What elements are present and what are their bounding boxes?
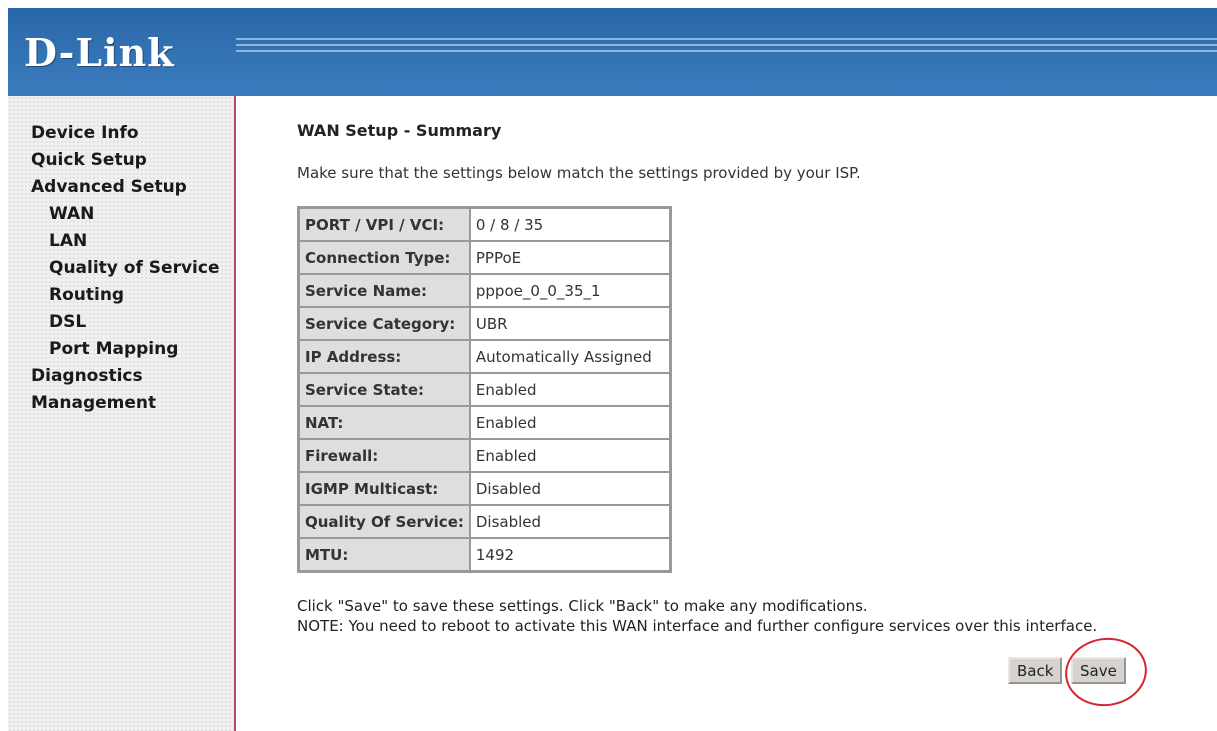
sidebar-nav: Device Info Quick Setup Advanced Setup W… — [31, 120, 219, 417]
page-title: WAN Setup - Summary — [297, 121, 502, 140]
sidebar-item-quick-setup[interactable]: Quick Setup — [31, 147, 219, 174]
dlink-logo: D-Link — [24, 30, 175, 75]
row-key: IGMP Multicast: — [299, 472, 470, 505]
row-key: IP Address: — [299, 340, 470, 373]
table-row: IP Address: Automatically Assigned — [299, 340, 670, 373]
sidebar-item-port-mapping[interactable]: Port Mapping — [31, 336, 219, 363]
sidebar-item-routing[interactable]: Routing — [31, 282, 219, 309]
row-value: Enabled — [469, 439, 670, 472]
table-row: Service Name: pppoe_0_0_35_1 — [299, 274, 670, 307]
row-value: Enabled — [469, 406, 670, 439]
row-key: Firewall: — [299, 439, 470, 472]
row-value: UBR — [469, 307, 670, 340]
row-key: NAT: — [299, 406, 470, 439]
row-value: 0 / 8 / 35 — [469, 208, 670, 241]
table-row: Firewall: Enabled — [299, 439, 670, 472]
row-key: MTU: — [299, 538, 470, 571]
sidebar: Device Info Quick Setup Advanced Setup W… — [8, 96, 236, 731]
row-value: Automatically Assigned — [469, 340, 670, 373]
table-row: Service State: Enabled — [299, 373, 670, 406]
header-stripe — [236, 50, 1217, 52]
row-key: PORT / VPI / VCI: — [299, 208, 470, 241]
sidebar-item-diagnostics[interactable]: Diagnostics — [31, 363, 219, 390]
table-row: MTU: 1492 — [299, 538, 670, 571]
footer-note: Click "Save" to save these settings. Cli… — [297, 596, 1097, 636]
table-row: Quality Of Service: Disabled — [299, 505, 670, 538]
header-stripe — [236, 38, 1217, 40]
main-content: WAN Setup - Summary Make sure that the s… — [297, 96, 1217, 731]
back-button[interactable]: Back — [1008, 657, 1063, 684]
table-row: NAT: Enabled — [299, 406, 670, 439]
row-key: Service State: — [299, 373, 470, 406]
row-key: Connection Type: — [299, 241, 470, 274]
table-row: Service Category: UBR — [299, 307, 670, 340]
row-key: Service Category: — [299, 307, 470, 340]
row-key: Quality Of Service: — [299, 505, 470, 538]
table-row: Connection Type: PPPoE — [299, 241, 670, 274]
row-value: Disabled — [469, 472, 670, 505]
sidebar-item-lan[interactable]: LAN — [31, 228, 219, 255]
row-value: Disabled — [469, 505, 670, 538]
row-value: 1492 — [469, 538, 670, 571]
row-value: Enabled — [469, 373, 670, 406]
sidebar-item-quality-of-service[interactable]: Quality of Service — [31, 255, 219, 282]
header-banner: D-Link — [8, 8, 1217, 96]
header-stripe — [236, 44, 1217, 46]
highlight-circle — [1060, 632, 1152, 712]
sidebar-item-wan[interactable]: WAN — [31, 201, 219, 228]
sidebar-item-management[interactable]: Management — [31, 390, 219, 417]
row-key: Service Name: — [299, 274, 470, 307]
row-value: pppoe_0_0_35_1 — [469, 274, 670, 307]
table-row: PORT / VPI / VCI: 0 / 8 / 35 — [299, 208, 670, 241]
intro-text: Make sure that the settings below match … — [297, 164, 861, 182]
footer-instructions: Click "Save" to save these settings. Cli… — [297, 597, 868, 615]
sidebar-item-dsl[interactable]: DSL — [31, 309, 219, 336]
table-row: IGMP Multicast: Disabled — [299, 472, 670, 505]
sidebar-item-device-info[interactable]: Device Info — [31, 120, 219, 147]
sidebar-item-advanced-setup[interactable]: Advanced Setup — [31, 174, 219, 201]
footer-reboot-note: NOTE: You need to reboot to activate thi… — [297, 617, 1098, 635]
row-value: PPPoE — [469, 241, 670, 274]
summary-table: PORT / VPI / VCI: 0 / 8 / 35 Connection … — [297, 206, 672, 573]
